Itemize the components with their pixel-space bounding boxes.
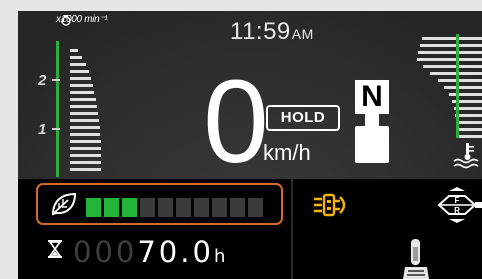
- lower-display: 00070.0h F R: [18, 179, 482, 279]
- eco-level-segment: [230, 198, 245, 217]
- coolant-temperature-icon: [453, 143, 479, 169]
- eco-level-segment: [248, 198, 263, 217]
- tick-mark: [52, 128, 60, 130]
- eco-level-segment: [122, 198, 137, 217]
- temperature-gauge-bars: [417, 37, 482, 138]
- clock-ampm: AM: [291, 26, 314, 42]
- tachometer-scale-line: [56, 41, 59, 177]
- instrument-cluster: x1000 min⁻¹ 2 1 11:59AM 0 HOLD km/h N 00…: [18, 11, 482, 279]
- fr-forward-label: F: [455, 196, 460, 205]
- eco-level-segment: [212, 198, 227, 217]
- differential-lock-icon: [314, 193, 346, 217]
- hourglass-icon: [48, 240, 62, 258]
- hour-meter-dim-digits: 000: [73, 235, 138, 269]
- eco-level-segment: [176, 198, 191, 217]
- eco-level-segment: [194, 198, 209, 217]
- hold-indicator: HOLD: [266, 105, 340, 131]
- tachometer-tick-label: 2: [38, 72, 47, 89]
- eco-level-segment: [140, 198, 155, 217]
- divider: [291, 179, 293, 279]
- hour-meter-unit: h: [213, 246, 226, 267]
- clock-time: 11:59: [230, 18, 291, 45]
- tachometer-unit-label: x1000 min⁻¹: [56, 14, 108, 25]
- eco-meter: [36, 183, 283, 225]
- tick-mark: [52, 79, 60, 81]
- speed-unit: km/h: [263, 140, 311, 165]
- eco-level-segment: [104, 198, 119, 217]
- fr-shuttle-icon: F R: [437, 187, 482, 223]
- hour-meter-value: 70.0: [137, 235, 214, 269]
- eco-level-segment: [86, 198, 101, 217]
- clock: 11:59AM: [230, 18, 314, 46]
- gear-indicator: N: [355, 80, 389, 114]
- tachometer-tick-label: 1: [38, 121, 47, 138]
- upper-display: x1000 min⁻¹ 2 1 11:59AM 0 HOLD km/h N: [18, 11, 482, 181]
- eco-level-segment: [158, 198, 173, 217]
- eco-leaf-icon: [51, 192, 77, 216]
- gear-shift-icon: [365, 114, 379, 126]
- tachometer-bars: [70, 49, 101, 171]
- hydraulic-lever-icon: [403, 239, 429, 279]
- gear-shift-base: [355, 126, 389, 163]
- temperature-scale-line: [456, 34, 459, 138]
- hour-meter: 00070.0h: [73, 235, 225, 269]
- fr-reverse-label: R: [454, 206, 460, 215]
